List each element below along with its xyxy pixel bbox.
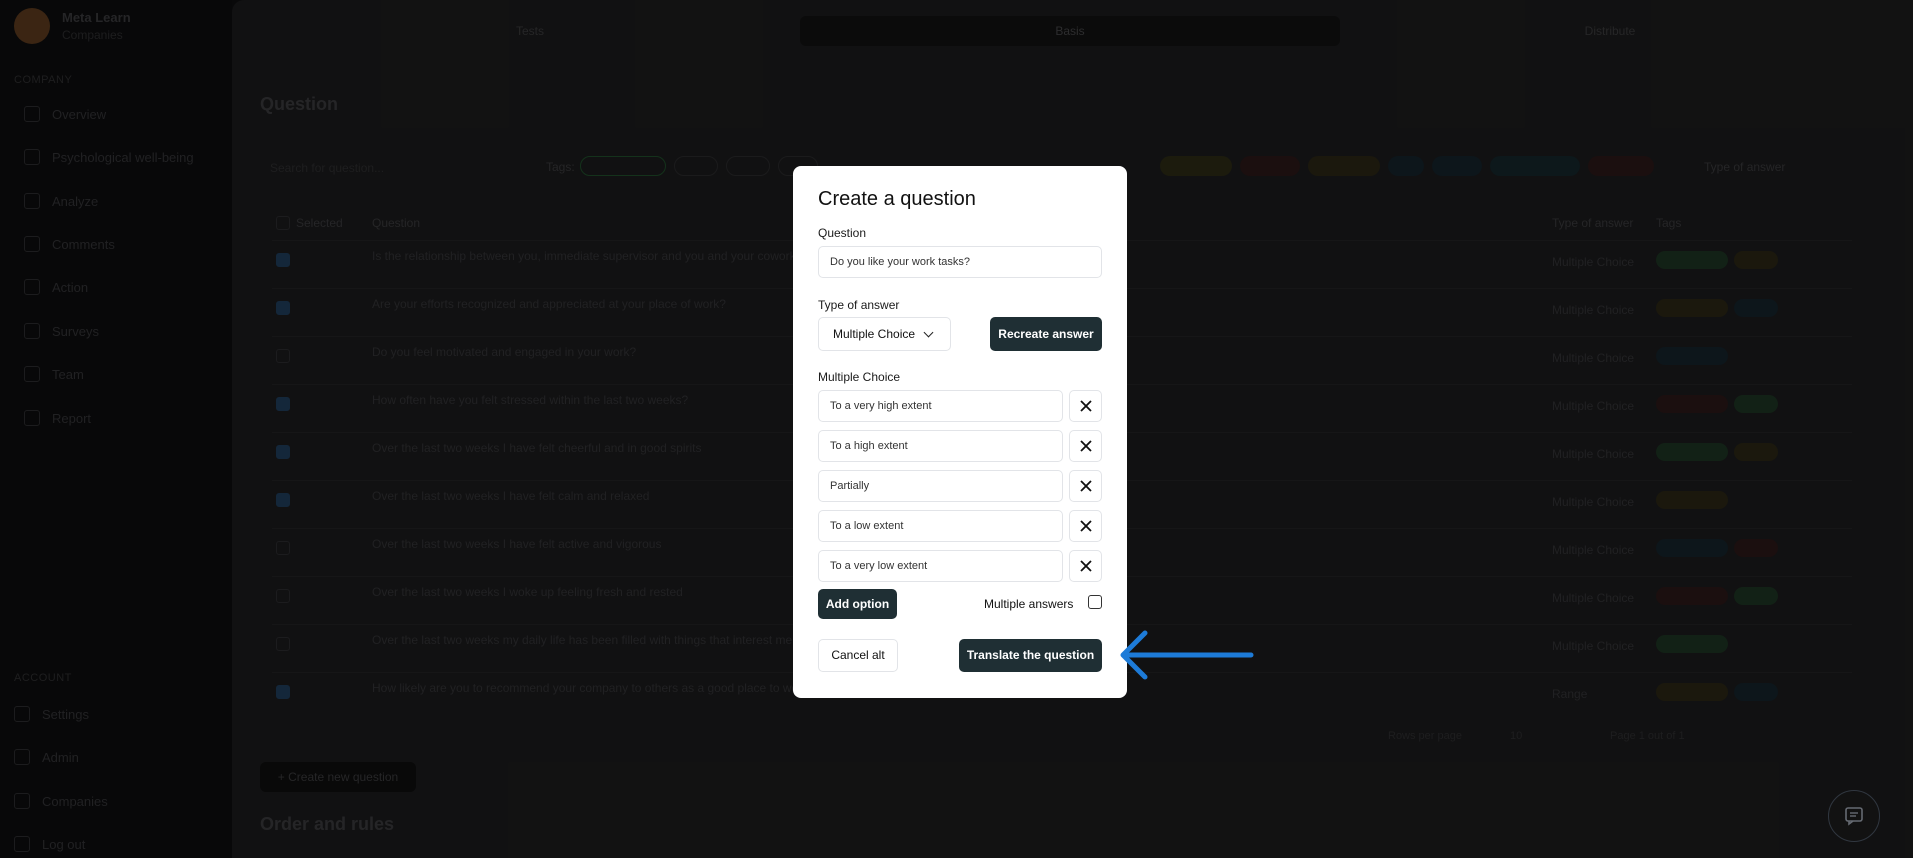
pointer-arrow-icon xyxy=(1120,630,1254,680)
close-icon xyxy=(1079,400,1092,412)
option-input[interactable]: To a high extent xyxy=(818,430,1063,462)
close-icon xyxy=(1079,560,1092,572)
type-of-answer-label: Type of answer xyxy=(818,298,900,312)
close-icon xyxy=(1079,520,1092,532)
remove-option-button[interactable] xyxy=(1069,390,1102,422)
multiple-answers-checkbox[interactable] xyxy=(1088,595,1102,609)
type-of-answer-select[interactable]: Multiple Choice xyxy=(818,317,951,351)
remove-option-button[interactable] xyxy=(1069,510,1102,542)
recreate-answer-button[interactable]: Recreate answer xyxy=(990,317,1102,351)
question-input[interactable]: Do you like your work tasks? xyxy=(818,246,1102,278)
option-input[interactable]: Partially xyxy=(818,470,1063,502)
close-icon xyxy=(1079,440,1092,452)
dialog-title: Create a question xyxy=(818,188,976,210)
option-input[interactable]: To a low extent xyxy=(818,510,1063,542)
option-input[interactable]: To a very high extent xyxy=(818,390,1063,422)
close-icon xyxy=(1079,480,1092,492)
translate-question-button[interactable]: Translate the question xyxy=(959,639,1102,672)
multiple-choice-label: Multiple Choice xyxy=(818,370,901,384)
remove-option-button[interactable] xyxy=(1069,470,1102,502)
remove-option-button[interactable] xyxy=(1069,550,1102,582)
question-label: Question xyxy=(818,226,867,240)
option-input[interactable]: To a very low extent xyxy=(818,550,1063,582)
multiple-answers-label: Multiple answers xyxy=(984,597,1074,611)
create-question-dialog: Create a question Question Do you like y… xyxy=(793,166,1127,698)
cancel-button[interactable]: Cancel alt xyxy=(818,639,898,672)
remove-option-button[interactable] xyxy=(1069,430,1102,462)
type-of-answer-value: Multiple Choice xyxy=(833,327,916,341)
chevron-down-icon xyxy=(923,327,934,337)
add-option-button[interactable]: Add option xyxy=(818,589,897,619)
